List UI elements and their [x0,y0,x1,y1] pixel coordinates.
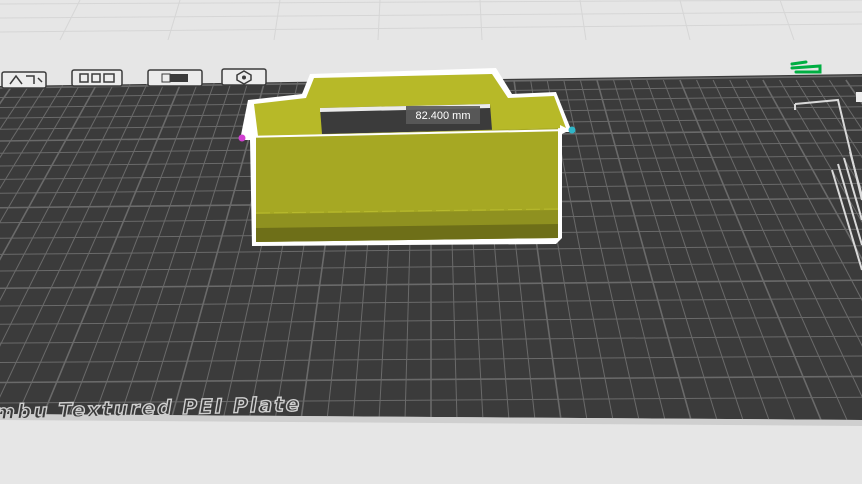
viewport-3d[interactable]: mbu Textured PEI Plate 82.400 mm [0,0,862,484]
toolbar-partial-right [856,92,862,102]
plate-icon[interactable] [147,69,203,87]
background-grid [0,0,862,41]
auto-orient-icon[interactable] [1,71,47,89]
bambu-logo-icon [790,60,822,74]
measurement-label: 82.400 mm [415,110,470,122]
settings-icon[interactable] [221,68,267,86]
measure-point-start[interactable] [238,134,246,142]
measure-point-end[interactable] [568,126,576,134]
arrange-icon[interactable] [71,69,123,87]
